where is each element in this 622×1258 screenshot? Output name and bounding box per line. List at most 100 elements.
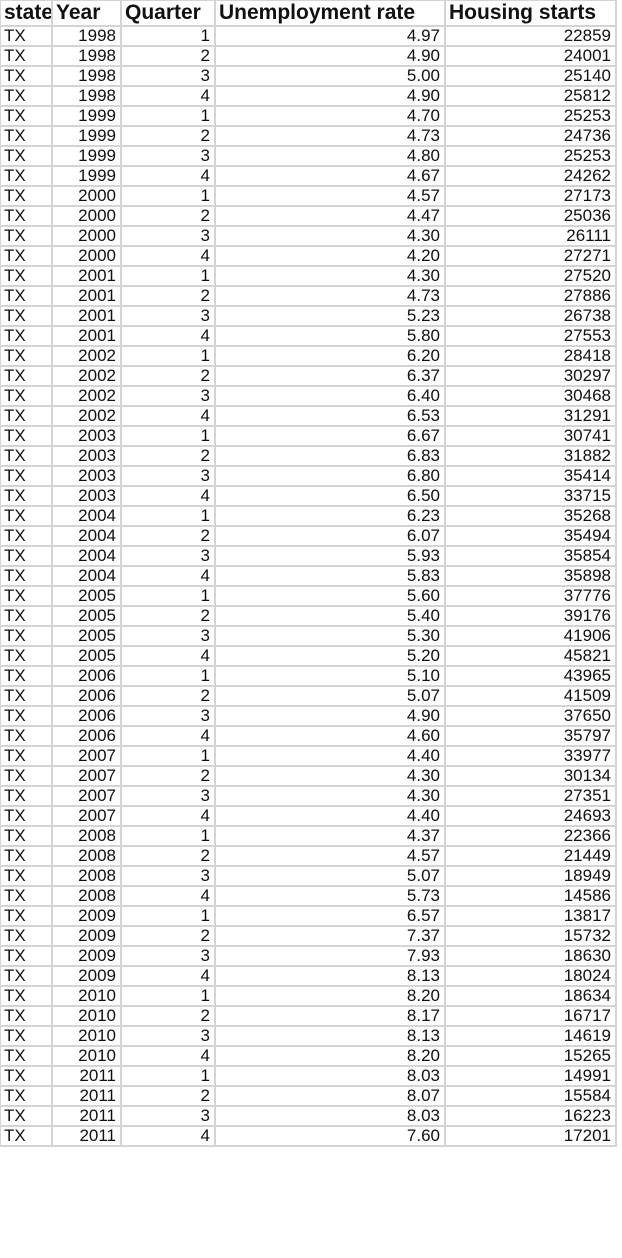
cell-housing-starts[interactable]: 43965 [444, 665, 617, 687]
cell-state[interactable]: TX [0, 645, 53, 667]
cell-housing-starts[interactable]: 27886 [444, 285, 617, 307]
cell-year[interactable]: 2006 [51, 705, 122, 727]
header-quarter[interactable]: Quarter [120, 0, 216, 27]
cell-year[interactable]: 2003 [51, 465, 122, 487]
cell-housing-starts[interactable]: 35414 [444, 465, 617, 487]
cell-unemployment-rate[interactable]: 4.90 [214, 705, 446, 727]
cell-unemployment-rate[interactable]: 4.47 [214, 205, 446, 227]
cell-unemployment-rate[interactable]: 5.40 [214, 605, 446, 627]
cell-unemployment-rate[interactable]: 6.37 [214, 365, 446, 387]
cell-unemployment-rate[interactable]: 4.20 [214, 245, 446, 267]
cell-unemployment-rate[interactable]: 4.37 [214, 825, 446, 847]
cell-unemployment-rate[interactable]: 6.67 [214, 425, 446, 447]
cell-quarter[interactable]: 4 [120, 325, 216, 347]
cell-quarter[interactable]: 2 [120, 285, 216, 307]
cell-housing-starts[interactable]: 27520 [444, 265, 617, 287]
cell-state[interactable]: TX [0, 465, 53, 487]
cell-unemployment-rate[interactable]: 5.00 [214, 65, 446, 87]
cell-unemployment-rate[interactable]: 5.07 [214, 685, 446, 707]
cell-housing-starts[interactable]: 33977 [444, 745, 617, 767]
cell-quarter[interactable]: 1 [120, 425, 216, 447]
cell-unemployment-rate[interactable]: 6.57 [214, 905, 446, 927]
cell-housing-starts[interactable]: 14586 [444, 885, 617, 907]
cell-year[interactable]: 2001 [51, 285, 122, 307]
cell-year[interactable]: 2011 [51, 1065, 122, 1087]
cell-state[interactable]: TX [0, 905, 53, 927]
cell-state[interactable]: TX [0, 865, 53, 887]
cell-unemployment-rate[interactable]: 8.13 [214, 1025, 446, 1047]
cell-state[interactable]: TX [0, 665, 53, 687]
cell-quarter[interactable]: 3 [120, 785, 216, 807]
cell-state[interactable]: TX [0, 845, 53, 867]
cell-year[interactable]: 2011 [51, 1125, 122, 1147]
cell-quarter[interactable]: 2 [120, 685, 216, 707]
cell-unemployment-rate[interactable]: 6.50 [214, 485, 446, 507]
cell-housing-starts[interactable]: 31882 [444, 445, 617, 467]
cell-quarter[interactable]: 2 [120, 605, 216, 627]
cell-state[interactable]: TX [0, 765, 53, 787]
cell-unemployment-rate[interactable]: 4.30 [214, 785, 446, 807]
cell-year[interactable]: 2010 [51, 1025, 122, 1047]
cell-year[interactable]: 2002 [51, 385, 122, 407]
cell-year[interactable]: 2009 [51, 945, 122, 967]
header-year[interactable]: Year [51, 0, 122, 27]
cell-unemployment-rate[interactable]: 8.20 [214, 985, 446, 1007]
cell-quarter[interactable]: 4 [120, 85, 216, 107]
cell-housing-starts[interactable]: 27173 [444, 185, 617, 207]
cell-state[interactable]: TX [0, 1125, 53, 1147]
cell-unemployment-rate[interactable]: 4.90 [214, 45, 446, 67]
cell-housing-starts[interactable]: 39176 [444, 605, 617, 627]
cell-year[interactable]: 1999 [51, 145, 122, 167]
cell-housing-starts[interactable]: 13817 [444, 905, 617, 927]
cell-quarter[interactable]: 2 [120, 445, 216, 467]
cell-quarter[interactable]: 4 [120, 565, 216, 587]
cell-unemployment-rate[interactable]: 7.93 [214, 945, 446, 967]
cell-year[interactable]: 2011 [51, 1105, 122, 1127]
cell-housing-starts[interactable]: 35854 [444, 545, 617, 567]
cell-housing-starts[interactable]: 25140 [444, 65, 617, 87]
cell-quarter[interactable]: 3 [120, 625, 216, 647]
cell-year[interactable]: 2010 [51, 1045, 122, 1067]
cell-year[interactable]: 2000 [51, 205, 122, 227]
cell-year[interactable]: 2003 [51, 425, 122, 447]
cell-quarter[interactable]: 1 [120, 265, 216, 287]
cell-year[interactable]: 2007 [51, 745, 122, 767]
cell-state[interactable]: TX [0, 965, 53, 987]
cell-unemployment-rate[interactable]: 8.20 [214, 1045, 446, 1067]
cell-quarter[interactable]: 4 [120, 405, 216, 427]
cell-housing-starts[interactable]: 30134 [444, 765, 617, 787]
cell-quarter[interactable]: 3 [120, 1105, 216, 1127]
cell-quarter[interactable]: 2 [120, 1085, 216, 1107]
cell-state[interactable]: TX [0, 345, 53, 367]
cell-state[interactable]: TX [0, 125, 53, 147]
cell-housing-starts[interactable]: 24693 [444, 805, 617, 827]
cell-quarter[interactable]: 1 [120, 1065, 216, 1087]
cell-unemployment-rate[interactable]: 6.40 [214, 385, 446, 407]
cell-quarter[interactable]: 2 [120, 1005, 216, 1027]
cell-unemployment-rate[interactable]: 4.67 [214, 165, 446, 187]
cell-year[interactable]: 2007 [51, 805, 122, 827]
cell-quarter[interactable]: 4 [120, 1125, 216, 1147]
cell-quarter[interactable]: 3 [120, 225, 216, 247]
cell-unemployment-rate[interactable]: 5.60 [214, 585, 446, 607]
cell-state[interactable]: TX [0, 85, 53, 107]
cell-quarter[interactable]: 2 [120, 845, 216, 867]
cell-state[interactable]: TX [0, 285, 53, 307]
cell-unemployment-rate[interactable]: 4.40 [214, 745, 446, 767]
cell-state[interactable]: TX [0, 985, 53, 1007]
cell-housing-starts[interactable]: 27271 [444, 245, 617, 267]
cell-housing-starts[interactable]: 18949 [444, 865, 617, 887]
cell-quarter[interactable]: 2 [120, 205, 216, 227]
cell-housing-starts[interactable]: 37650 [444, 705, 617, 727]
cell-state[interactable]: TX [0, 185, 53, 207]
cell-state[interactable]: TX [0, 525, 53, 547]
cell-unemployment-rate[interactable]: 4.57 [214, 185, 446, 207]
cell-unemployment-rate[interactable]: 8.03 [214, 1065, 446, 1087]
cell-year[interactable]: 1998 [51, 85, 122, 107]
cell-housing-starts[interactable]: 14991 [444, 1065, 617, 1087]
cell-state[interactable]: TX [0, 385, 53, 407]
cell-state[interactable]: TX [0, 505, 53, 527]
cell-unemployment-rate[interactable]: 5.23 [214, 305, 446, 327]
cell-quarter[interactable]: 4 [120, 245, 216, 267]
cell-quarter[interactable]: 3 [120, 705, 216, 727]
